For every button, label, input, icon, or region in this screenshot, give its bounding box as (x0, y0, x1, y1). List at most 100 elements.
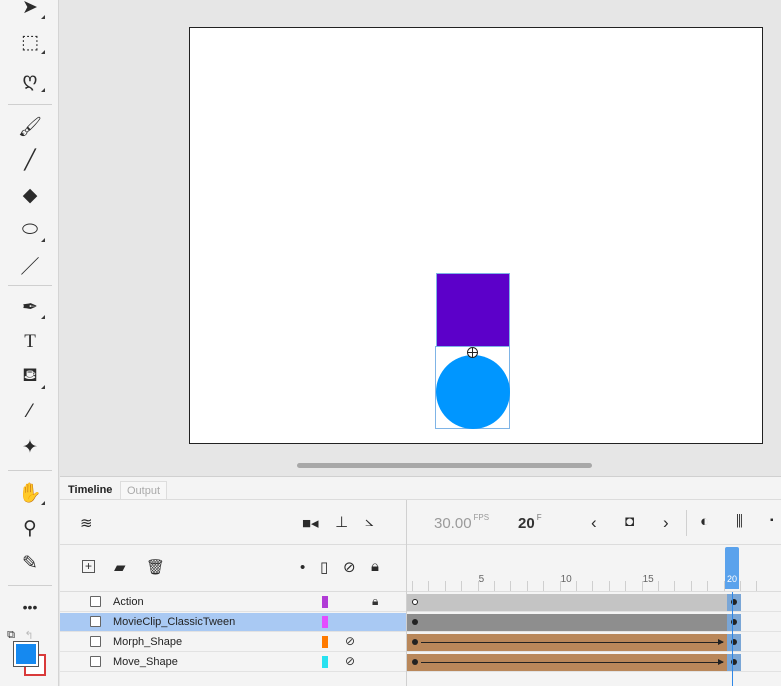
layer-color-swatch[interactable] (322, 656, 328, 668)
zoom-tool-icon[interactable]: ⚲ (12, 513, 48, 543)
layer-row[interactable]: Morph_Shape ⊘ (60, 633, 406, 652)
toolbar-divider (8, 585, 52, 586)
next-frame-icon[interactable]: › (663, 513, 669, 533)
highlight-layer-icon[interactable]: • (300, 559, 305, 576)
pencil-tool-icon[interactable]: ✎ (12, 548, 48, 578)
ruler-tick (444, 581, 446, 591)
purple-square-shape[interactable] (436, 273, 510, 347)
frame-span[interactable] (407, 614, 727, 631)
hand-tool-icon[interactable]: ✋ (12, 478, 48, 508)
registration-point-icon[interactable] (467, 347, 478, 358)
ruler-tick (625, 581, 627, 591)
stage-horizontal-scrollbar[interactable] (297, 463, 592, 468)
keyframe-dot[interactable] (412, 659, 418, 665)
ruler-tick (543, 581, 545, 591)
frame-row[interactable] (407, 653, 781, 672)
ruler-label: 10 (560, 574, 572, 585)
more-options-icon[interactable]: ▪ (770, 515, 774, 526)
hidden-eye-icon[interactable]: ⊘ (345, 654, 355, 668)
keyframe-dot[interactable] (412, 619, 418, 625)
ruler-tick (510, 581, 512, 591)
previous-frame-icon[interactable]: ‹ (591, 513, 597, 533)
ruler-label: 5 (478, 574, 485, 585)
eyedropper-tool-icon[interactable]: ⁄ (12, 397, 48, 427)
eraser-tool-icon[interactable]: ◆ (12, 180, 48, 210)
visibility-toggle-icon[interactable]: ⊘ (343, 558, 356, 576)
free-transform-tool-icon[interactable]: ⬚ (12, 27, 48, 57)
text-tool-icon[interactable]: T (12, 327, 48, 357)
selection-tool-icon[interactable]: ➤ (12, 0, 48, 22)
toolbar-divider (8, 285, 52, 286)
layer-color-swatch[interactable] (322, 636, 328, 648)
keyframe-dot[interactable] (412, 639, 418, 645)
tab-timeline[interactable]: Timeline (62, 481, 118, 499)
delete-layer-icon[interactable]: 🗑 (146, 558, 165, 576)
lasso-tool-icon[interactable]: ღ (12, 65, 48, 95)
ruler-tick (690, 581, 692, 591)
new-layer-icon[interactable]: + (82, 560, 95, 573)
insert-keyframe-icon[interactable]: ◘ (625, 513, 634, 530)
layer-row[interactable]: MovieClip_ClassicTween (60, 613, 406, 632)
tools-panel: ➤ ⬚ ღ 🖌 ╱ ◆ ⬭ ／ ✒ T ⛾ ⁄ ✦ ✋ ⚲ ✎ ••• ⧉ ↰ (0, 0, 59, 686)
layer-name[interactable]: Action (113, 596, 144, 608)
camera-icon[interactable]: ■◂ (302, 514, 319, 532)
outline-toggle-icon[interactable]: ▯ (320, 558, 328, 576)
tween-arrow (421, 659, 724, 665)
layer-icon (90, 636, 101, 647)
animate-window: ➤ ⬚ ღ 🖌 ╱ ◆ ⬭ ／ ✒ T ⛾ ⁄ ✦ ✋ ⚲ ✎ ••• ⧉ ↰ … (0, 0, 781, 686)
paint-brush-tool-icon[interactable]: 🖌 (12, 112, 48, 142)
ruler-tick (461, 581, 463, 591)
frame-row[interactable] (407, 633, 781, 652)
keyframe-dot[interactable] (412, 599, 418, 605)
playhead-line (732, 592, 733, 686)
ruler-tick (707, 581, 709, 591)
ruler-tick (756, 581, 758, 591)
tween-arrow (421, 639, 724, 645)
ruler-tick (576, 581, 577, 591)
layer-name[interactable]: MovieClip_ClassicTween (113, 616, 235, 628)
layer-color-swatch[interactable] (322, 616, 328, 628)
layers-stack-icon[interactable]: ≋ (80, 514, 93, 532)
lock-toggle-icon[interactable]: 🔒︎ (371, 558, 379, 575)
oval-tool-icon[interactable]: ⬭ (12, 215, 48, 245)
ruler-tick (526, 581, 528, 591)
layer-color-swatch[interactable] (322, 596, 328, 608)
pen-tool-icon[interactable]: ✒ (12, 292, 48, 322)
frame-span[interactable] (407, 594, 727, 611)
layer-row[interactable]: Action 🔒︎ (60, 593, 406, 612)
hidden-eye-icon[interactable]: ⊘ (345, 634, 355, 648)
timeline-panel: Timeline Output ≋ ■◂ ⊥ ⦣ 30.00 FPS 20 F ‹ … (60, 476, 781, 686)
onion-skin-icon[interactable]: ◐ (700, 513, 709, 530)
layer-depth-icon[interactable]: ⦣ (365, 513, 374, 530)
layer-name[interactable]: Move_Shape (113, 656, 178, 668)
fill-color-chip[interactable] (13, 641, 39, 667)
line-tool-icon[interactable]: ／ (12, 250, 48, 280)
ruler-tick (592, 581, 594, 591)
playhead-label: 20 (726, 574, 737, 584)
ruler-tick (494, 581, 495, 591)
frame-row[interactable] (407, 613, 781, 632)
ruler-label: 15 (642, 574, 654, 585)
toolbar-divider (8, 104, 52, 105)
layer-name[interactable]: Morph_Shape (113, 636, 182, 648)
layer-tools-row: + ▰ 🗑 • ▯ ⊘ 🔒︎ (60, 546, 406, 592)
layer-row[interactable]: Move_Shape ⊘ (60, 653, 406, 672)
lock-icon[interactable]: 🔒︎ (372, 594, 378, 609)
frame-row[interactable] (407, 593, 781, 612)
blue-circle-shape[interactable] (436, 355, 510, 429)
ruler-tick (658, 581, 659, 591)
tab-output[interactable]: Output (120, 481, 168, 499)
ruler-tick (674, 581, 676, 591)
more-tools-icon[interactable]: ••• (12, 592, 48, 622)
current-frame-display[interactable]: 20 F (518, 513, 542, 532)
edit-multiple-frames-icon[interactable]: ⫼ (736, 513, 743, 530)
ruler-tick (428, 581, 430, 591)
pin-tool-icon[interactable]: ✦ (12, 432, 48, 462)
new-folder-icon[interactable]: ▰ (114, 558, 126, 576)
fps-display[interactable]: 30.00 FPS (434, 513, 489, 532)
paint-bucket-tool-icon[interactable]: ⛾ (12, 362, 48, 392)
brush-tool-icon[interactable]: ╱ (12, 145, 48, 175)
toolbar-divider (8, 470, 52, 471)
layer-parenting-icon[interactable]: ⊥ (335, 513, 348, 531)
ruler-tick (608, 581, 610, 591)
